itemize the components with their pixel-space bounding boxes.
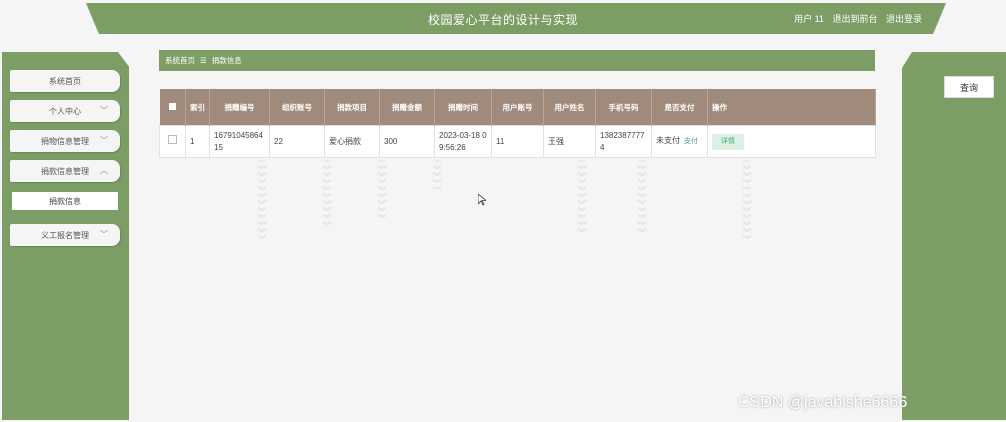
column-header: 捐赠时间 xyxy=(434,89,492,126)
search-button[interactable]: 查询 xyxy=(944,76,994,98)
sidebar-item-label: 义工报名管理 xyxy=(41,230,89,240)
column-header: 是否支付 xyxy=(651,89,708,126)
donation-table: 索引 捐赠编号 组织账号 捐款项目 捐赠金额 捐赠时间 用户账号 用户姓名 手机… xyxy=(159,89,876,158)
sidebar-item-label: 个人中心 xyxy=(49,106,81,116)
cell-donation-no: 1679104586415 xyxy=(209,125,270,158)
column-header: 捐赠编号 xyxy=(209,89,270,126)
breadcrumb: 系统首页 ☰ 捐款信息 xyxy=(159,50,875,71)
sidebar-item-item-donation-mgmt[interactable]: 捐物信息管理 ﹀ xyxy=(10,130,120,152)
cell-actions: 详情 xyxy=(707,125,876,158)
background-chevron-decoration: ︾ ︾ ︾ ︾ ︾ xyxy=(432,160,442,196)
cell-pay-status: 未支付 支付 xyxy=(651,125,708,158)
chevron-down-icon: ﹀ xyxy=(100,230,108,239)
mouse-cursor-icon xyxy=(478,194,486,206)
column-header: 手机号码 xyxy=(595,89,652,126)
cell-amount: 300 xyxy=(379,125,435,158)
cell-user-name: 王强 xyxy=(543,125,596,158)
background-chevron-decoration: ︾ ︾ ︾ ︾ ︾ ︾ ︾ ︾ ︾ xyxy=(377,160,387,224)
watermark: CSDN @javabishe6666 xyxy=(738,394,908,411)
sidebar-item-personal-center[interactable]: 个人中心 ﹀ xyxy=(10,100,120,122)
column-header: 操作 xyxy=(707,89,876,126)
detail-button[interactable]: 详情 xyxy=(712,133,744,150)
sidebar-subitem-money-donation-info[interactable]: 捐款信息 xyxy=(12,192,118,210)
background-chevron-decoration: ︾ ︾ ︾ ︾ ︾ ︾ ︾ ︾ ︾ ︾ ︾ xyxy=(637,160,647,238)
background-chevron-decoration: ︾ ︾ ︾ ︾ ︾ ︾ ︾ ︾ ︾ ︾ ︾ xyxy=(577,160,587,238)
chevron-down-icon: ﹀ xyxy=(100,106,108,115)
background-chevron-decoration: ︾ ︾ ︾ ︾ ︾ ︾ ︾ ︾ ︾ ︾ ︾ ︾ xyxy=(742,160,752,245)
column-header: 用户账号 xyxy=(491,89,544,126)
pay-status-text: 未支付 xyxy=(656,136,680,145)
breadcrumb-home[interactable]: 系统首页 xyxy=(165,55,195,66)
breadcrumb-current: 捐款信息 xyxy=(211,56,242,65)
sidebar-subitem-label: 捐款信息 xyxy=(49,196,81,206)
logout-link[interactable]: 退出登录 xyxy=(886,14,922,24)
cell-index: 1 xyxy=(185,125,210,158)
cell-org-account: 22 xyxy=(269,125,325,158)
column-header: 捐赠金额 xyxy=(379,89,435,126)
pay-button[interactable]: 支付 xyxy=(684,138,698,145)
table-header-row: 索引 捐赠编号 组织账号 捐款项目 捐赠金额 捐赠时间 用户账号 用户姓名 手机… xyxy=(159,89,876,126)
column-header: 索引 xyxy=(185,89,210,126)
back-to-front-link[interactable]: 退出到前台 xyxy=(832,14,877,24)
header-links: 用户 11 退出到前台 退出登录 xyxy=(794,12,922,25)
sidebar-item-money-donation-mgmt[interactable]: 捐款信息管理 ︿ xyxy=(10,160,120,182)
right-panel xyxy=(902,52,1006,420)
background-chevron-decoration: ︾ ︾ ︾ ︾ ︾ ︾ ︾ ︾ ︾ ︾ xyxy=(322,160,332,231)
sidebar-item-label: 系统首页 xyxy=(49,76,81,86)
chevron-up-icon: ︿ xyxy=(100,166,108,175)
menu-icon: ☰ xyxy=(200,56,207,65)
sidebar-item-label: 捐物信息管理 xyxy=(41,136,89,146)
column-header: 捐款项目 xyxy=(324,89,380,126)
background-chevron-decoration: ︾ ︾ ︾ ︾ ︾ ︾ ︾ ︾ ︾ ︾ ︾ ︾ xyxy=(257,160,267,245)
row-checkbox[interactable] xyxy=(159,125,186,158)
cell-project: 爱心捐款 xyxy=(324,125,380,158)
cell-phone: 13823877774 xyxy=(595,125,652,158)
sidebar-item-label: 捐款信息管理 xyxy=(41,166,89,176)
chevron-down-icon: ﹀ xyxy=(100,136,108,145)
cell-time: 2023-03-18 09:56:26 xyxy=(434,125,492,158)
cell-user-account: 11 xyxy=(491,125,544,158)
sidebar-item-volunteer-mgmt[interactable]: 义工报名管理 ﹀ xyxy=(10,224,120,246)
column-header: 用户姓名 xyxy=(543,89,596,126)
current-user-label: 用户 11 xyxy=(794,14,824,24)
table-row: 1 1679104586415 22 爱心捐款 300 2023-03-18 0… xyxy=(159,125,876,158)
top-header: 校园爱心平台的设计与实现 用户 11 退出到前台 退出登录 xyxy=(0,0,1006,36)
sidebar-item-home[interactable]: 系统首页 xyxy=(10,70,120,92)
select-all-checkbox[interactable] xyxy=(159,89,186,126)
column-header: 组织账号 xyxy=(269,89,325,126)
